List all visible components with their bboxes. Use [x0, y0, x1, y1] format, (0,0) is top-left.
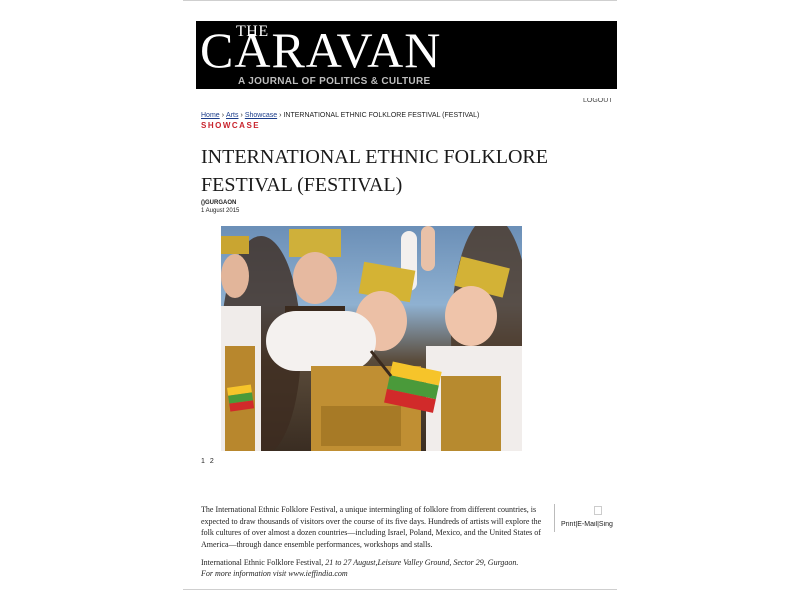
- more-info: For more information visit www.ieffindia…: [201, 569, 348, 578]
- photo-illustration: [221, 226, 522, 451]
- section-label[interactable]: SHOWCASE: [201, 121, 260, 130]
- breadcrumb-home[interactable]: Home: [201, 112, 220, 119]
- hat-shape: [221, 236, 249, 254]
- article-photo: [221, 226, 522, 451]
- breadcrumb: Home › Arts › Showcase › INTERNATIONAL ETHNIC …: [201, 112, 479, 119]
- pager-page-1[interactable]: 1: [201, 458, 205, 465]
- breadcrumb-separator: ›: [279, 112, 282, 119]
- photo-pager: 12: [201, 458, 219, 465]
- breadcrumb-separator: ›: [221, 112, 225, 119]
- article-location: ()GURGAON: [201, 200, 237, 206]
- top-rule: [183, 0, 617, 1]
- article-body: The International Ethnic Folklore Festiv…: [201, 505, 542, 549]
- share-divider: [554, 504, 555, 532]
- breadcrumb-current: INTERNATIONAL ETHNIC FOLKLORE FESTIVAL (…: [283, 112, 480, 119]
- bottom-rule: [183, 589, 617, 590]
- breadcrumb-separator: ›: [240, 112, 243, 119]
- pager-page-2[interactable]: 2: [210, 458, 214, 465]
- print-link[interactable]: Print: [561, 521, 575, 528]
- article-date: 1 August 2015: [201, 208, 240, 214]
- top-right-link[interactable]: LOGOUT: [583, 98, 617, 104]
- masthead-tagline: A JOURNAL OF POLITICS & CULTURE: [238, 76, 431, 87]
- sign-link[interactable]: Sing: [599, 521, 613, 528]
- share-links: Print|E-Mail|Sing: [561, 521, 617, 528]
- share-checkbox-icon[interactable]: [594, 506, 602, 515]
- article-title: INTERNATIONAL ETHNIC FOLKLORE FESTIVAL (…: [201, 146, 548, 196]
- breadcrumb-showcase[interactable]: Showcase: [245, 112, 277, 119]
- email-link[interactable]: E-Mail: [577, 521, 597, 528]
- masthead-logo[interactable]: THE CARAVAN A JOURNAL OF POLITICS & CULT…: [196, 21, 617, 89]
- breadcrumb-arts[interactable]: Arts: [226, 112, 238, 119]
- masthead-title: CARAVAN: [200, 22, 442, 78]
- event-details: International Ethnic Folklore Festival, …: [201, 557, 553, 579]
- details-prefix: International Ethnic Folklore Festival,: [201, 558, 326, 567]
- details-venue: 21 to 27 August,Leisure Valley Ground, S…: [325, 558, 519, 567]
